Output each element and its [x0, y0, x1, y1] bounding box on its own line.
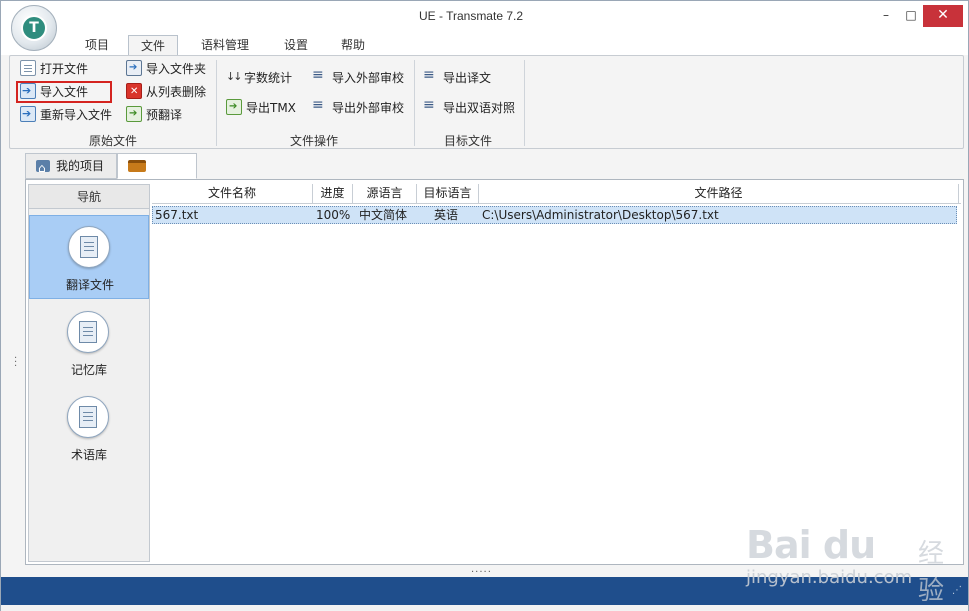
file-table: 文件名称 进度 源语言 目标语言 文件路径 567.txt 100% 中文简体 … [152, 184, 961, 562]
import-folder-icon [126, 58, 142, 78]
cell-file-name: 567.txt [155, 208, 199, 222]
open-file-icon [20, 60, 36, 76]
import-external-review-button[interactable]: 导入外部审校 [312, 65, 405, 88]
menu-tab-project[interactable]: 项目 [73, 35, 121, 57]
window-title: UE - Transmate 7.2 [418, 9, 524, 23]
group-label-target-files: 目标文件 [443, 134, 492, 148]
export-bilingual-label: 导出双语对照 [443, 101, 516, 115]
termbase-icon [67, 396, 109, 438]
import-review-icon [312, 65, 328, 85]
group-label-file-operations: 文件操作 [289, 134, 338, 148]
export-translation-icon [423, 65, 439, 85]
doc-tab-label: 我的项目 [56, 159, 105, 173]
nav-item-termbase[interactable]: 术语库 [29, 386, 149, 470]
export-translation-button[interactable]: 导出译文 [423, 65, 492, 88]
document-tabs: 我的项目 UE✕ [9, 149, 964, 197]
open-file-button[interactable]: 打开文件 [20, 59, 88, 79]
word-count-button[interactable]: 字数统计 [226, 67, 293, 88]
ribbon-separator [524, 60, 525, 146]
column-header-progress[interactable]: 进度 [313, 184, 353, 204]
word-count-icon [226, 67, 240, 87]
app-logo-button[interactable]: T [11, 5, 57, 51]
group-label-source-files: 原始文件 [88, 134, 137, 148]
export-bilingual-button[interactable]: 导出双语对照 [423, 95, 516, 118]
nav-item-label: 术语库 [70, 448, 107, 462]
nav-item-translation-files[interactable]: 翻译文件 [29, 215, 149, 299]
nav-item-label: 翻译文件 [65, 278, 114, 292]
side-grip-handle[interactable]: · · · [14, 354, 18, 373]
column-header-file-path[interactable]: 文件路径 [479, 184, 959, 204]
remove-from-list-label: 从列表删除 [146, 85, 207, 99]
open-file-label: 打开文件 [40, 62, 89, 76]
doc-tab-ue[interactable]: UE✕ [117, 153, 197, 197]
watermark-url: jingyan.baidu.com [746, 567, 913, 588]
remove-from-list-button[interactable]: 从列表删除 [126, 82, 206, 102]
export-review-icon [312, 95, 328, 115]
reimport-file-label: 重新导入文件 [40, 108, 113, 122]
close-button[interactable]: ✕ [923, 5, 963, 27]
transmate-logo-icon: T [21, 15, 47, 41]
cell-source-language: 中文简体 [359, 208, 408, 222]
import-folder-button[interactable]: 导入文件夹 [126, 58, 207, 79]
taskbar-strip [1, 605, 968, 611]
watermark-text: 经验 [918, 539, 945, 606]
navigation-panel: 导航 翻译文件 记忆库 术语库 [28, 184, 150, 562]
doc-tab-my-projects[interactable]: 我的项目 [25, 153, 117, 180]
export-bilingual-icon [423, 95, 439, 115]
menu-tab-corpus[interactable]: 语料管理 [189, 35, 261, 57]
app-window: UE - Transmate 7.2 – □ ✕ T 项目 文件 语料管理 设置… [0, 0, 969, 611]
import-file-highlight [16, 81, 112, 103]
memory-icon [67, 311, 109, 353]
document-icon [68, 226, 110, 268]
cell-progress: 100% [316, 208, 351, 222]
cell-file-path: C:\Users\Administrator\Desktop\567.txt [482, 208, 719, 222]
table-row[interactable]: 567.txt 100% 中文简体 英语 C:\Users\Administra… [152, 206, 957, 224]
reimport-file-button[interactable]: 重新导入文件 [20, 104, 113, 125]
title-bar: UE - Transmate 7.2 – □ ✕ [1, 1, 968, 33]
import-folder-label: 导入文件夹 [146, 62, 207, 76]
export-tmx-button[interactable]: 导出TMX [226, 97, 296, 118]
word-count-label: 字数统计 [244, 71, 293, 85]
export-translation-label: 导出译文 [443, 71, 492, 85]
reimport-file-icon [20, 104, 36, 124]
column-header-source-language[interactable]: 源语言 [353, 184, 417, 204]
nav-item-memory[interactable]: 记忆库 [29, 301, 149, 385]
ribbon-separator [414, 60, 415, 146]
ribbon-separator [216, 60, 217, 146]
menu-tab-settings[interactable]: 设置 [272, 35, 320, 57]
ribbon: 打开文件 导入文件 重新导入文件 导入文件夹 从列表删除 预翻译 原始文件 字数… [9, 55, 964, 149]
column-header-file-name[interactable]: 文件名称 [152, 184, 313, 204]
pretranslate-label: 预翻译 [146, 108, 183, 122]
pretranslate-icon [126, 104, 142, 124]
menu-tab-help[interactable]: 帮助 [329, 35, 377, 57]
export-external-review-button[interactable]: 导出外部审校 [312, 95, 405, 118]
menu-bar: 项目 文件 语料管理 设置 帮助 [1, 33, 968, 58]
nav-item-label: 记忆库 [70, 363, 107, 377]
column-header-target-language[interactable]: 目标语言 [417, 184, 479, 204]
export-tmx-icon [226, 97, 242, 117]
pretranslate-button[interactable]: 预翻译 [126, 104, 183, 125]
export-external-review-label: 导出外部审校 [332, 101, 405, 115]
main-content: 导航 翻译文件 记忆库 术语库 文件名称 进度 源语言 目标语言 文件路径 56… [25, 179, 964, 565]
watermark-logo: Bai du [746, 523, 876, 567]
baidu-watermark: Bai du 经验 jingyan.baidu.com [746, 511, 961, 606]
folder-icon [128, 160, 146, 172]
import-external-review-label: 导入外部审校 [332, 71, 405, 85]
home-icon [36, 156, 50, 180]
delete-icon [126, 82, 142, 102]
nav-header: 导航 [29, 185, 149, 209]
cell-target-language: 英语 [434, 208, 459, 222]
export-tmx-label: 导出TMX [246, 101, 296, 115]
table-header: 文件名称 进度 源语言 目标语言 文件路径 [152, 184, 961, 204]
